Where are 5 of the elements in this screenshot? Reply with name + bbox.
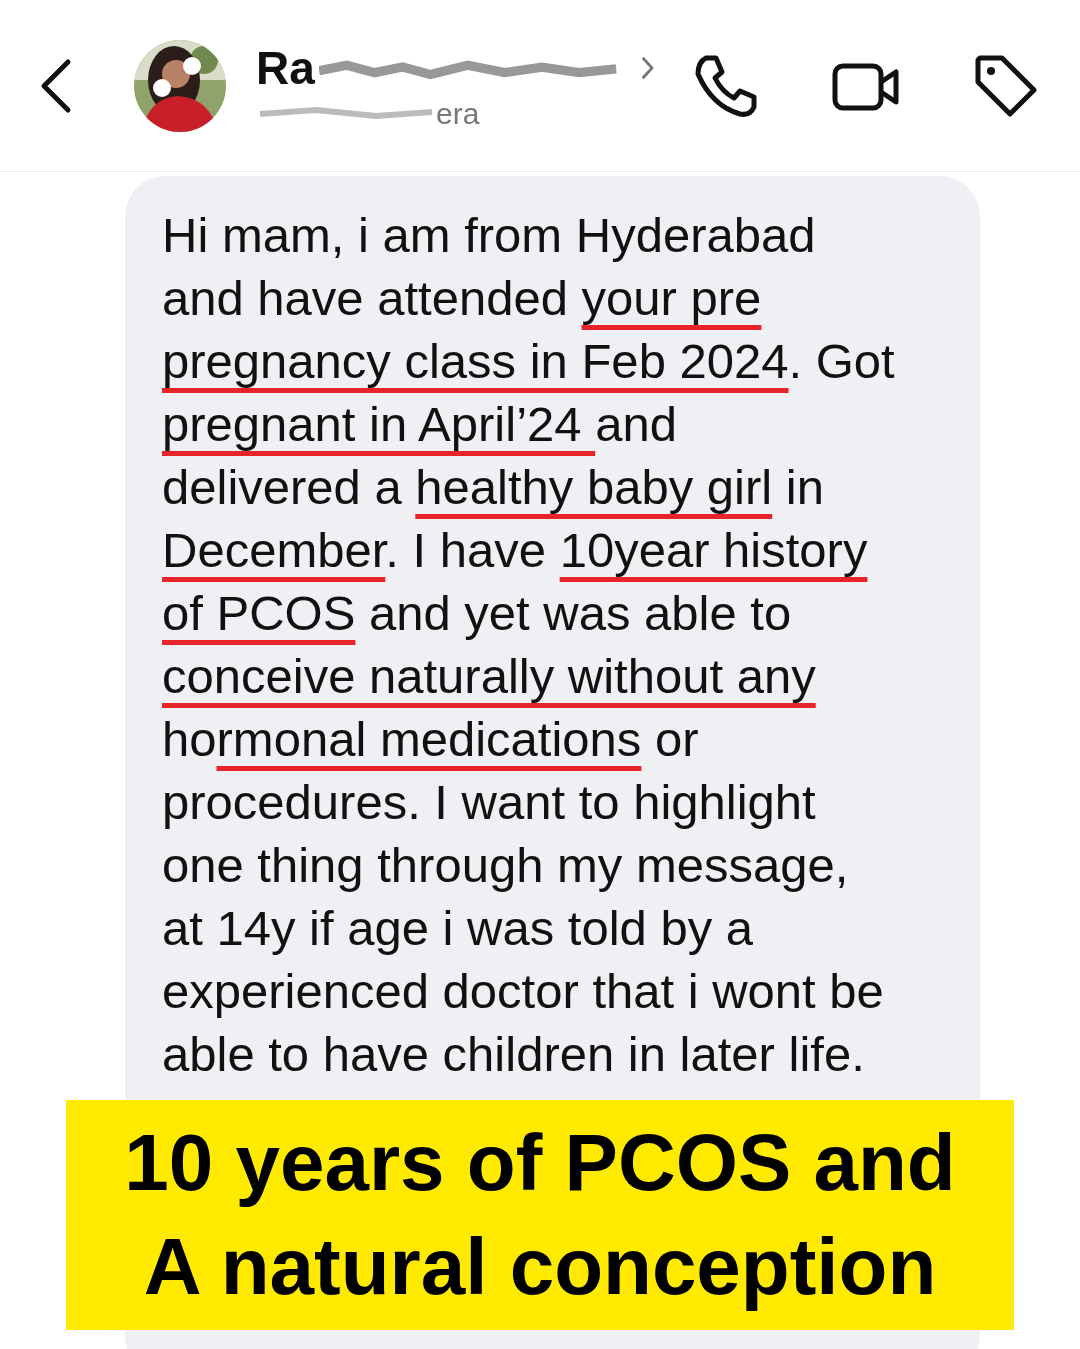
caption-text: A natural conception xyxy=(143,1221,937,1313)
caption-text: 10 years of PCOS and xyxy=(124,1117,956,1209)
username: era xyxy=(436,96,480,131)
message-text: Hi mam, i am from Hyderabad and have attended your pre pregnancy class in Feb 2024. Got pregnant in April’24 and delivered a healthy baby girl in December. I have 10year history of PCOS and yet was able to conceive naturally without any hormonal medications or procedures. I want to highlight one thing through my message, at 14y if age i was told by a experienced doctor that i wont be able to have children in later life. xyxy=(162,207,896,1083)
contact-name[interactable]: Ra xyxy=(256,40,315,95)
